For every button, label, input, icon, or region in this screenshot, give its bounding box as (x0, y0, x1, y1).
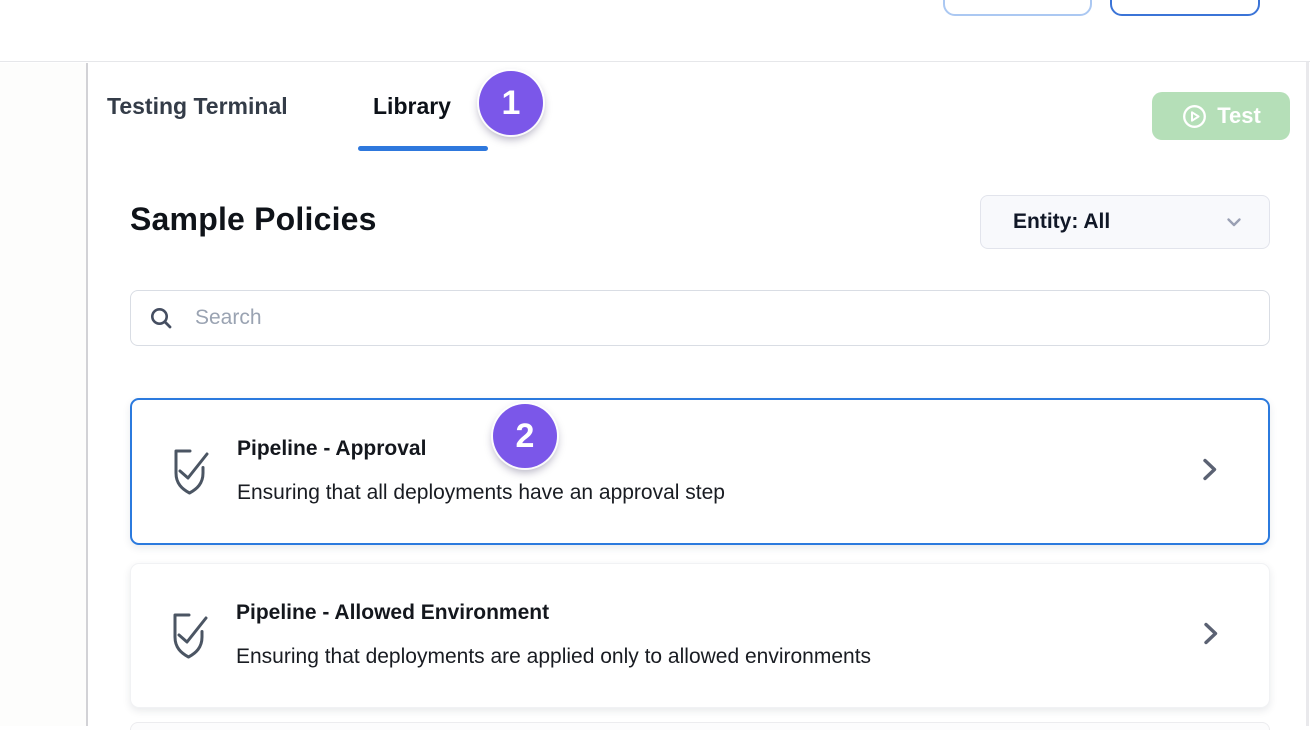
policy-description: Ensuring that all deployments have an ap… (237, 481, 725, 505)
entity-filter-value: Entity: All (1013, 210, 1110, 234)
save-button-label: Save (1007, 0, 1056, 4)
page-title: Sample Policies (130, 201, 377, 238)
search-input[interactable] (195, 306, 1251, 330)
test-button-label: Test (1217, 103, 1261, 129)
search-box (130, 290, 1270, 346)
chevron-right-icon (1198, 618, 1223, 653)
policy-title: Pipeline - Allowed Environment (236, 601, 549, 625)
policy-title: Pipeline - Approval (237, 437, 426, 461)
policy-card-pipeline-approval[interactable]: Pipeline - Approval Ensuring that all de… (130, 398, 1270, 545)
discard-button[interactable]: Discard (1110, 0, 1260, 16)
search-icon (149, 306, 174, 331)
chevron-right-icon (1197, 454, 1222, 489)
window-right-edge (1306, 0, 1309, 726)
annotation-step-badge-1: 1 (479, 71, 543, 135)
plus-icon (979, 0, 999, 5)
discard-button-label: Discard (1146, 0, 1223, 4)
entity-filter-dropdown[interactable]: Entity: All (980, 195, 1270, 249)
left-rail (0, 63, 88, 726)
policy-card-peek[interactable] (130, 722, 1270, 730)
chevron-down-icon (1223, 211, 1245, 233)
topbar: Save Discard (0, 0, 1310, 62)
shield-check-icon (164, 608, 212, 667)
active-tab-underline (358, 146, 488, 151)
test-button[interactable]: Test (1152, 92, 1290, 140)
play-circle-icon (1181, 103, 1208, 130)
shield-check-icon (165, 444, 213, 503)
annotation-step-badge-2: 2 (493, 404, 557, 468)
policy-card-pipeline-allowed-environment[interactable]: Pipeline - Allowed Environment Ensuring … (130, 563, 1270, 708)
policy-description: Ensuring that deployments are applied on… (236, 645, 871, 669)
tab-testing-terminal[interactable]: Testing Terminal (107, 93, 288, 120)
tab-library[interactable]: Library (373, 93, 451, 120)
save-button[interactable]: Save (943, 0, 1092, 16)
